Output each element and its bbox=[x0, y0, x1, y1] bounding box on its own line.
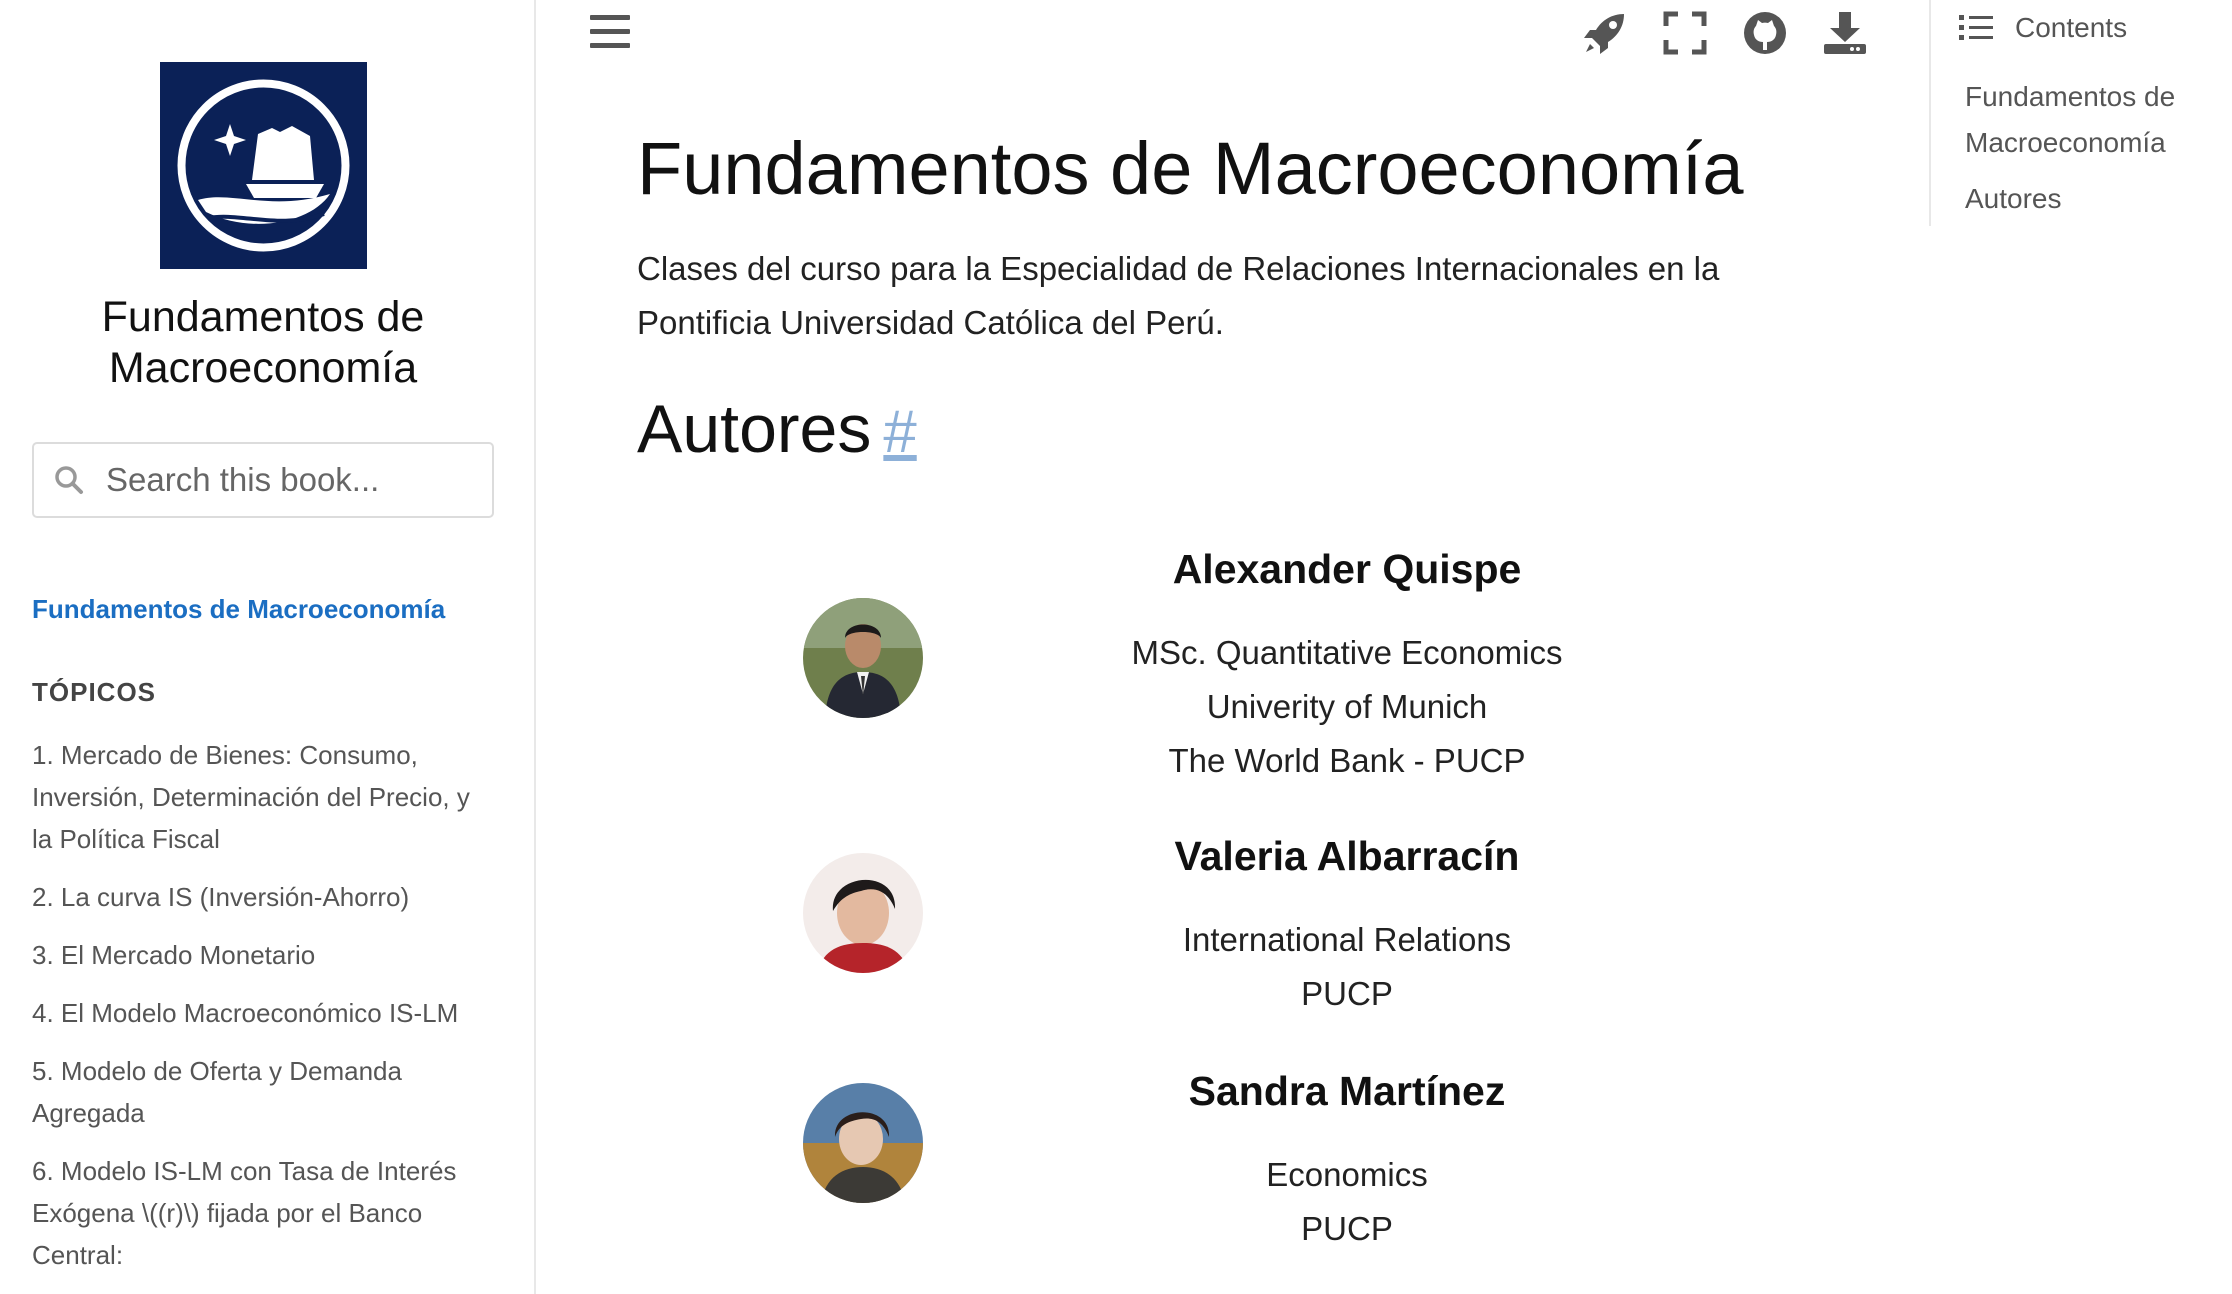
fullscreen-icon[interactable] bbox=[1662, 10, 1708, 56]
heading-anchor-link[interactable]: # bbox=[883, 398, 916, 465]
author-name: Alexander Quispe bbox=[1172, 546, 1522, 592]
avatar bbox=[803, 853, 923, 973]
nav-item-1[interactable]: 1. Mercado de Bienes: Consumo, Inversión… bbox=[32, 734, 492, 860]
author-line: PUCP bbox=[1301, 975, 1393, 1012]
sidebar: Fundamentos de Macroeconomía Fundamentos… bbox=[0, 0, 536, 1294]
intro-paragraph: Clases del curso para la Especialidad de… bbox=[637, 250, 1720, 341]
nav-item-4[interactable]: 4. El Modelo Macroeconómico IS-LM bbox=[32, 992, 492, 1034]
author-line: MSc. Quantitative Economics bbox=[1131, 634, 1563, 671]
nav-item-5[interactable]: 5. Modelo de Oferta y Demanda Agregada bbox=[32, 1050, 492, 1134]
github-icon[interactable] bbox=[1742, 10, 1788, 56]
toc-title: Contents bbox=[2015, 12, 2128, 43]
ship-logo-icon bbox=[160, 62, 367, 269]
authors-heading: Autores # bbox=[637, 390, 917, 468]
toc-header: Contents bbox=[1959, 12, 2127, 44]
book-page: Fundamentos de Macroeconomía Fundamentos… bbox=[0, 0, 2232, 1294]
author-line: PUCP bbox=[1301, 1210, 1393, 1247]
authors-heading-text: Autores bbox=[637, 391, 872, 467]
author-line: Economics bbox=[1266, 1156, 1428, 1193]
author-details: International Relations PUCP bbox=[1087, 913, 1607, 1021]
page-title: Fundamentos de Macroeconomía bbox=[637, 127, 1744, 210]
nav-home-link[interactable]: Fundamentos de Macroeconomía bbox=[32, 594, 445, 625]
toc-item-autores[interactable]: Autores bbox=[1965, 176, 2225, 222]
search-input[interactable] bbox=[106, 461, 486, 499]
nav-caption: TÓPICOS bbox=[32, 677, 157, 707]
author-line: International Relations bbox=[1182, 921, 1512, 958]
table-of-contents: Contents Fundamentos de Macroeconomía Au… bbox=[1929, 0, 2232, 226]
author-name: Valeria Albarracín bbox=[1174, 833, 1520, 879]
author-line: The World Bank - PUCP bbox=[1168, 742, 1526, 779]
book-title[interactable]: Fundamentos de Macroeconomía bbox=[0, 292, 526, 394]
rocket-icon[interactable] bbox=[1582, 10, 1628, 56]
list-icon bbox=[1959, 15, 1993, 40]
menu-icon[interactable] bbox=[590, 14, 630, 50]
search-icon bbox=[55, 466, 83, 494]
avatar bbox=[803, 598, 923, 718]
toc-list: Fundamentos de Macroeconomía Autores bbox=[1965, 74, 2225, 232]
author-line: Univerity of Munich bbox=[1206, 688, 1488, 725]
search-box[interactable] bbox=[32, 442, 494, 518]
nav-item-6[interactable]: 6. Modelo IS-LM con Tasa de Interés Exóg… bbox=[32, 1150, 492, 1276]
book-logo[interactable] bbox=[160, 62, 367, 269]
download-icon[interactable] bbox=[1822, 10, 1868, 56]
author-details: Economics PUCP bbox=[1087, 1148, 1607, 1256]
author-name: Sandra Martínez bbox=[1188, 1068, 1506, 1114]
nav-item-3[interactable]: 3. El Mercado Monetario bbox=[32, 934, 492, 976]
author-details: MSc. Quantitative Economics Univerity of… bbox=[1087, 626, 1607, 788]
toc-item-title[interactable]: Fundamentos de Macroeconomía bbox=[1965, 74, 2225, 166]
nav-list: 1. Mercado de Bienes: Consumo, Inversión… bbox=[32, 734, 492, 1292]
nav-item-2[interactable]: 2. La curva IS (Inversión-Ahorro) bbox=[32, 876, 492, 918]
avatar bbox=[803, 1083, 923, 1203]
